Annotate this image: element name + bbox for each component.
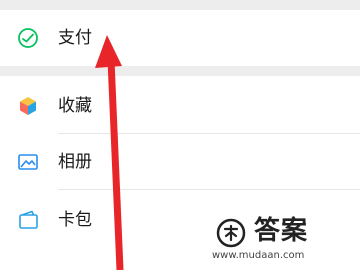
menu-item-album[interactable]: 相册 <box>0 136 360 188</box>
pay-icon <box>15 25 41 51</box>
menu-item-label: 收藏 <box>58 96 92 116</box>
watermark-name: 答案 <box>254 216 309 246</box>
pay-section: 支付 <box>0 10 360 66</box>
watermark: 答案 www.mudaan.com <box>212 212 360 270</box>
section-gap <box>0 66 360 76</box>
menu-item-label: 卡包 <box>58 210 92 230</box>
card-wallet-icon <box>15 207 41 233</box>
divider <box>58 133 360 134</box>
watermark-seal-icon <box>216 218 246 248</box>
favorites-icon <box>15 93 41 119</box>
menu-item-pay[interactable]: 支付 <box>0 12 360 64</box>
watermark-url: www.mudaan.com <box>212 250 305 261</box>
album-icon <box>15 149 41 175</box>
section-gap-top <box>0 0 360 10</box>
menu-item-label: 支付 <box>58 28 92 48</box>
divider <box>58 189 360 190</box>
menu-item-label: 相册 <box>58 152 92 172</box>
menu-item-favorites[interactable]: 收藏 <box>0 80 360 132</box>
